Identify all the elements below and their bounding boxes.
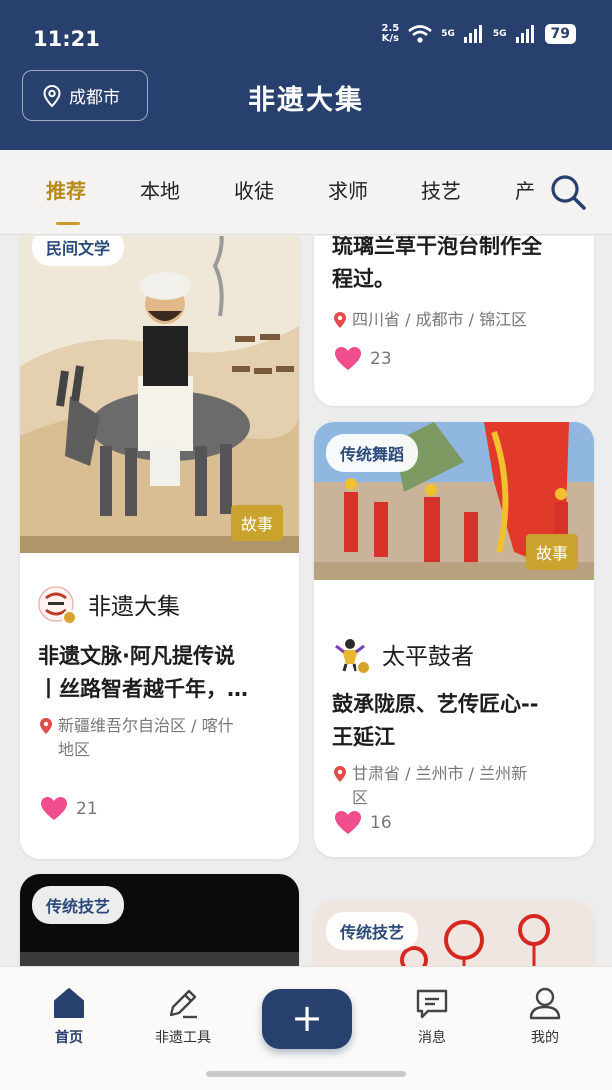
tab-recommend[interactable]: 推荐 [46, 175, 86, 204]
network-speed: 2.5 K/s [381, 24, 399, 44]
heart-icon[interactable] [40, 796, 68, 821]
add-post-button[interactable]: + [262, 989, 352, 1049]
location-line-1: 四川省 / 成都市 / 锦江区 [352, 310, 528, 329]
author-row[interactable]: 非遗大集 [38, 586, 180, 625]
post-card-drum[interactable]: 传统舞蹈 故事 太平鼓者 鼓承陇原、艺传匠心-- 王延江 甘肃省 / 兰州市 /… [314, 422, 594, 857]
search-icon[interactable] [548, 172, 588, 212]
author-name: 太平鼓者 [382, 644, 474, 670]
bottom-navigation: 首页 非遗工具 + 消息 我的 [0, 966, 612, 1090]
page-title: 非遗大集 [248, 85, 364, 116]
heart-icon[interactable] [334, 810, 362, 835]
wifi-icon [408, 25, 433, 43]
author-row[interactable]: 太平鼓者 [332, 636, 474, 675]
post-title-line-2: 王延江 [332, 725, 395, 749]
post-title-line-2: 丨丝路智者越千年，… [38, 677, 248, 701]
post-title: 鼓承陇原、艺传匠心-- 王延江 [332, 688, 587, 754]
author-avatar [38, 586, 77, 625]
post-location: 四川省 / 成都市 / 锦江区 [334, 308, 584, 332]
app-header: 11:21 2.5 K/s 5G 5G 79 成都市 非遗大集 [0, 0, 612, 150]
home-indicator [206, 1071, 406, 1077]
network-speed-unit: K/s [381, 33, 400, 44]
post-card-avanti[interactable]: 民间文学 故事 非遗大集 非遗文脉·阿凡提传说 丨丝路智者越千年，… 新疆维吾尔… [20, 236, 299, 859]
category-badge: 传统技艺 [32, 886, 125, 924]
nav-messages-label: 消息 [418, 1030, 446, 1046]
verified-badge-icon [356, 660, 371, 675]
like-counter[interactable]: 23 [334, 346, 392, 371]
nav-home[interactable]: 首页 [24, 985, 114, 1047]
post-location: 新疆维吾尔自治区 / 喀什 地区 [40, 714, 290, 762]
post-title-line-1: 非遗文脉·阿凡提传说 [38, 644, 235, 668]
status-icons: 2.5 K/s 5G 5G 79 [381, 24, 576, 44]
tab-local[interactable]: 本地 [140, 175, 180, 204]
heart-icon[interactable] [334, 346, 362, 371]
post-title-line-1: 鼓承陇原、艺传匠心-- [332, 692, 539, 716]
post-title-line-1: 琉璃兰草干泡台制作全 [332, 236, 542, 258]
nav-me-label: 我的 [531, 1030, 559, 1046]
author-avatar [332, 636, 371, 675]
location-line-1: 甘肃省 / 兰州市 / 兰州新 [352, 764, 528, 783]
like-counter[interactable]: 21 [40, 796, 98, 821]
active-tab-indicator [56, 222, 80, 225]
category-tabs: 推荐 本地 收徒 求师 技艺 产 [0, 150, 612, 235]
location-line-2: 地区 [58, 740, 91, 759]
battery-indicator: 79 [544, 24, 576, 44]
nav-messages[interactable]: 消息 [387, 985, 477, 1047]
signal-icon-2 [515, 25, 534, 43]
map-pin-icon [334, 312, 346, 328]
signal-5g-label-2: 5G [492, 29, 507, 39]
signal-icon-1 [463, 25, 482, 43]
nav-tools[interactable]: 非遗工具 [138, 985, 228, 1047]
status-bar: 11:21 2.5 K/s 5G 5G 79 [0, 0, 612, 70]
post-card-craft-1[interactable]: 传统技艺 [20, 874, 299, 966]
post-card-glass[interactable]: 琉璃兰草干泡台制作全 程过。 四川省 / 成都市 / 锦江区 23 [314, 236, 594, 406]
post-title: 非遗文脉·阿凡提传说 丨丝路智者越千年，… [38, 640, 288, 706]
post-title-line-2: 程过。 [332, 267, 395, 291]
like-count: 23 [370, 348, 392, 369]
category-badge: 传统技艺 [326, 912, 419, 950]
location-line-1: 新疆维吾尔自治区 / 喀什 [58, 716, 234, 735]
message-icon [416, 989, 448, 1019]
content-feed[interactable]: 民间文学 故事 非遗大集 非遗文脉·阿凡提传说 丨丝路智者越千年，… 新疆维吾尔… [0, 236, 612, 966]
post-location: 甘肃省 / 兰州市 / 兰州新 区 [334, 762, 589, 810]
status-time: 11:21 [33, 27, 100, 51]
like-counter[interactable]: 16 [334, 810, 392, 835]
post-card-craft-2[interactable]: 传统技艺 [314, 900, 594, 966]
category-badge: 民间文学 [32, 236, 125, 266]
nav-tools-label: 非遗工具 [155, 1030, 211, 1046]
signal-5g-label-1: 5G [441, 29, 455, 39]
home-icon [54, 988, 84, 1018]
user-icon [529, 987, 561, 1020]
tab-product[interactable]: 产 [515, 175, 535, 204]
tab-seek-master[interactable]: 求师 [328, 175, 368, 204]
like-count: 16 [370, 812, 392, 833]
category-badge: 传统舞蹈 [326, 434, 419, 472]
map-pin-icon [40, 718, 52, 734]
nav-me[interactable]: 我的 [500, 985, 590, 1047]
tab-apprentice[interactable]: 收徒 [234, 175, 274, 204]
story-tag-badge: 故事 [231, 505, 284, 541]
verified-badge-icon [62, 610, 77, 625]
story-tag-badge: 故事 [526, 534, 579, 570]
pencil-icon [169, 989, 197, 1019]
location-line-2: 区 [352, 788, 369, 807]
author-name: 非遗大集 [88, 594, 180, 620]
like-count: 21 [76, 798, 98, 819]
map-pin-icon [334, 766, 346, 782]
tab-craft[interactable]: 技艺 [421, 175, 461, 204]
post-title: 琉璃兰草干泡台制作全 程过。 [332, 236, 582, 296]
nav-home-label: 首页 [55, 1030, 83, 1046]
